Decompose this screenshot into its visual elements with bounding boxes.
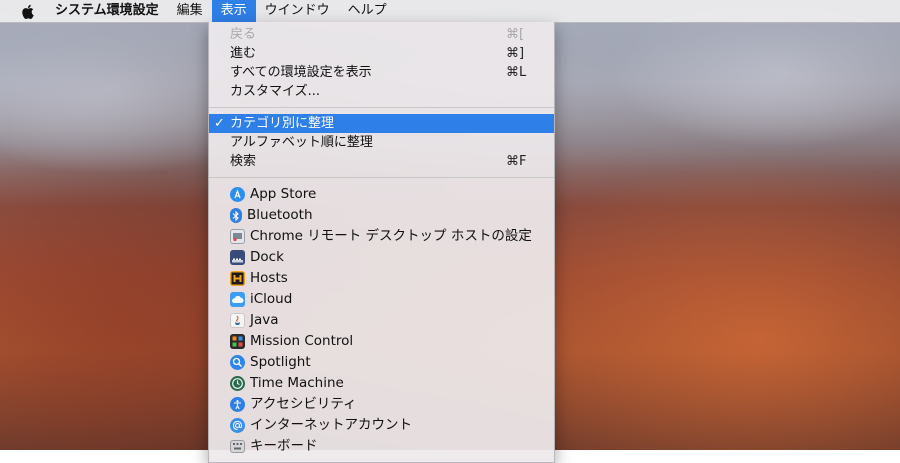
menu-item-search[interactable]: 検索 ⌘F (209, 152, 554, 171)
pane-item-chrome-remote-desktop[interactable]: Chrome リモート デスクトップ ホストの設定 (209, 226, 554, 247)
menu-app-name[interactable]: システム環境設定 (41, 0, 168, 22)
menu-item-label: アルファベット順に整理 (230, 135, 373, 150)
pane-item-keyboard[interactable]: キーボード (209, 436, 554, 457)
bluetooth-icon (230, 208, 242, 223)
hosts-icon (230, 271, 245, 286)
accessibility-icon (230, 397, 245, 412)
menu-item-show-all[interactable]: すべての環境設定を表示 ⌘L (209, 63, 554, 82)
pane-item-spotlight[interactable]: Spotlight (209, 352, 554, 373)
java-icon (230, 313, 245, 328)
spotlight-icon (230, 355, 245, 370)
menu-item-label: 進む (230, 46, 257, 61)
shortcut-label: ⌘] (506, 46, 525, 61)
pane-item-time-machine[interactable]: Time Machine (209, 373, 554, 394)
menu-item-label: すべての環境設定を表示 (230, 65, 372, 80)
pane-item-internet-accounts[interactable]: インターネットアカウント (209, 415, 554, 436)
dock-icon (230, 250, 245, 265)
menu-item-label: キーボード (250, 438, 318, 454)
menu-item-back: 戻る ⌘[ (209, 25, 554, 44)
menu-window[interactable]: ウインドウ (256, 0, 339, 22)
menu-separator (209, 177, 554, 178)
menu-item-label: Time Machine (250, 375, 344, 391)
chrome-remote-desktop-icon (230, 229, 245, 244)
menu-item-label: カテゴリ別に整理 (230, 116, 335, 131)
menu-edit[interactable]: 編集 (168, 0, 212, 22)
pane-item-mission-control[interactable]: Mission Control (209, 331, 554, 352)
menu-help[interactable]: ヘルプ (339, 0, 396, 22)
menu-bar: システム環境設定 編集 表示 ウインドウ ヘルプ (0, 0, 900, 23)
pane-item-icloud[interactable]: iCloud (209, 289, 554, 310)
time-machine-icon (230, 376, 245, 391)
menu-item-label: Bluetooth (247, 207, 313, 223)
menu-item-label: カスタマイズ... (230, 84, 321, 99)
shortcut-label: ⌘F (506, 154, 527, 169)
menu-item-label: 戻る (230, 27, 257, 42)
apple-logo-icon (21, 4, 34, 19)
menu-item-organize-by-category[interactable]: ✓ カテゴリ別に整理 (209, 114, 554, 133)
menu-separator (209, 107, 554, 108)
pane-item-hosts[interactable]: Hosts (209, 268, 554, 289)
menu-item-label: Spotlight (250, 354, 311, 370)
pane-item-app-store[interactable]: App Store (209, 184, 554, 205)
menu-item-label: iCloud (250, 291, 293, 307)
menu-item-label: インターネットアカウント (250, 417, 412, 433)
menu-item-label: 検索 (230, 154, 257, 169)
menu-item-label: アクセシビリティ (250, 396, 357, 412)
shortcut-label: ⌘[ (506, 27, 525, 42)
menu-item-customize[interactable]: カスタマイズ... (209, 82, 554, 101)
menu-item-label: Hosts (250, 270, 288, 286)
pane-item-accessibility[interactable]: アクセシビリティ (209, 394, 554, 415)
apple-menu[interactable] (13, 0, 41, 22)
menu-item-label: Mission Control (250, 333, 354, 349)
checkmark-icon: ✓ (214, 116, 225, 131)
menu-item-label: App Store (250, 186, 317, 202)
pane-item-bluetooth[interactable]: Bluetooth (209, 205, 554, 226)
menu-item-forward[interactable]: 進む ⌘] (209, 44, 554, 63)
icloud-icon (230, 292, 245, 307)
shortcut-label: ⌘L (506, 65, 527, 80)
menu-item-label: Java (250, 312, 279, 328)
keyboard-icon (230, 440, 245, 453)
mission-control-icon (230, 334, 245, 349)
menu-item-organize-alphabetically[interactable]: アルファベット順に整理 (209, 133, 554, 152)
menu-item-label: Dock (250, 249, 284, 265)
pane-item-dock[interactable]: Dock (209, 247, 554, 268)
menu-item-label: Chrome リモート デスクトップ ホストの設定 (250, 228, 532, 244)
pane-item-java[interactable]: Java (209, 310, 554, 331)
app-store-icon (230, 187, 245, 202)
menu-view[interactable]: 表示 (211, 0, 256, 22)
view-menu-dropdown: 戻る ⌘[ 進む ⌘] すべての環境設定を表示 ⌘L カスタマイズ... ✓ カ… (208, 22, 555, 463)
internet-accounts-icon (230, 418, 245, 433)
